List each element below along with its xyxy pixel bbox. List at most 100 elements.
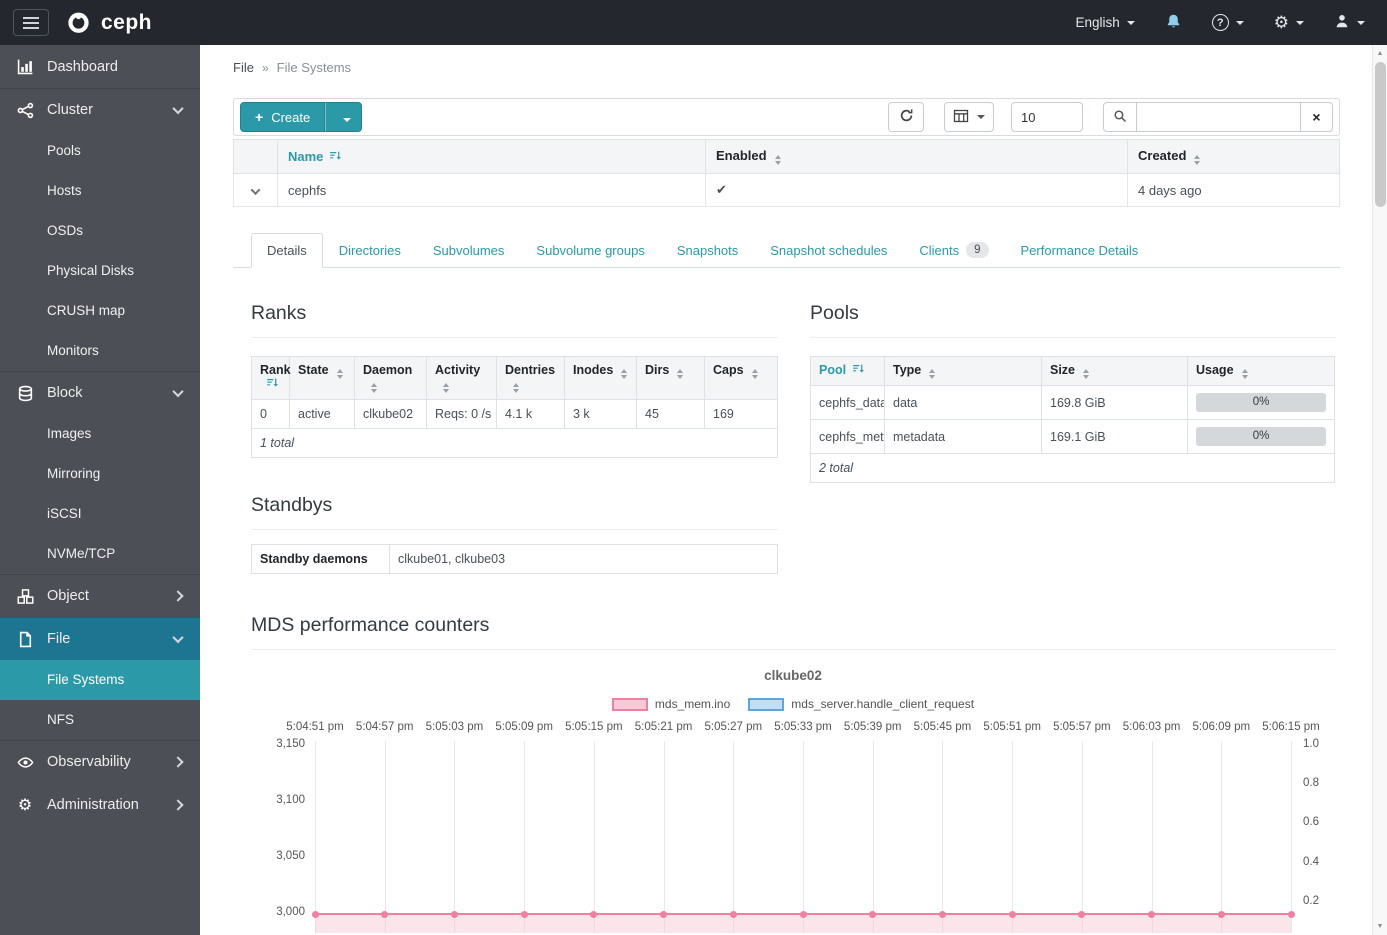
column-header-daemon[interactable]: Daemon bbox=[354, 356, 427, 400]
sidebar-group-observability[interactable]: Observability bbox=[0, 740, 200, 783]
column-header-type[interactable]: Type bbox=[884, 356, 1042, 386]
menu-toggle-button[interactable] bbox=[13, 9, 49, 36]
legend-item-mds-mem-ino[interactable]: mds_mem.ino bbox=[611, 697, 730, 711]
sidebar-group-file[interactable]: File bbox=[0, 617, 200, 660]
column-header-inodes[interactable]: Inodes bbox=[564, 356, 637, 400]
tab-details[interactable]: Details bbox=[251, 233, 323, 268]
column-header-created[interactable]: Created bbox=[1127, 139, 1340, 174]
gridline bbox=[1012, 741, 1014, 933]
breadcrumb: File » File Systems bbox=[233, 60, 1340, 75]
caret-down-icon bbox=[977, 115, 985, 119]
y-axis-label: 3,100 bbox=[276, 794, 305, 806]
table-row-cephfs[interactable]: cephfs ✔ 4 days ago bbox=[233, 173, 1340, 207]
column-header-enabled[interactable]: Enabled bbox=[705, 139, 1128, 174]
language-dropdown[interactable]: English bbox=[1075, 15, 1135, 30]
clear-search-button[interactable]: × bbox=[1301, 102, 1333, 132]
cell-name: cephfs bbox=[277, 173, 706, 207]
help-dropdown[interactable]: ? bbox=[1211, 14, 1244, 31]
column-header-dentries[interactable]: Dentries bbox=[496, 356, 565, 400]
column-header-activity[interactable]: Activity bbox=[426, 356, 497, 400]
x-tick-label: 5:04:57 pm bbox=[355, 721, 414, 733]
cell-usage: 0% bbox=[1187, 419, 1335, 454]
column-header-caps[interactable]: Caps bbox=[704, 356, 778, 400]
column-header-usage[interactable]: Usage bbox=[1187, 356, 1335, 386]
cell-usage: 0% bbox=[1187, 385, 1335, 420]
tab-clients[interactable]: Clients 9 bbox=[903, 232, 1004, 268]
tab-snapshots[interactable]: Snapshots bbox=[661, 233, 754, 268]
search-input[interactable] bbox=[1136, 102, 1301, 132]
x-tick-label: 5:05:09 pm bbox=[495, 721, 553, 733]
block-icon bbox=[15, 385, 35, 402]
row-expander[interactable] bbox=[233, 173, 278, 207]
sidebar-item-nfs[interactable]: NFS bbox=[0, 700, 200, 740]
sidebar-group-cluster[interactable]: Cluster bbox=[0, 88, 200, 131]
ranks-header-row: Rank State Daemon Activity Dentries Inod… bbox=[251, 356, 778, 400]
details-panel: Ranks Rank State Daemon Activity Dentrie… bbox=[233, 268, 1340, 933]
gridline bbox=[1151, 741, 1153, 933]
sidebar-group-administration[interactable]: ⚙ Administration bbox=[0, 783, 200, 826]
gridline bbox=[315, 741, 316, 933]
scroll-down-button[interactable]: ▼ bbox=[1373, 919, 1387, 934]
column-header-name[interactable]: Name bbox=[277, 139, 706, 174]
sidebar-group-block[interactable]: Block bbox=[0, 371, 200, 414]
sidebar-item-osds[interactable]: OSDs bbox=[0, 211, 200, 251]
create-dropdown-toggle[interactable] bbox=[325, 102, 363, 132]
refresh-button[interactable] bbox=[888, 102, 924, 132]
page-size-input[interactable] bbox=[1011, 102, 1083, 132]
user-dropdown[interactable] bbox=[1334, 13, 1365, 32]
sidebar-item-images[interactable]: Images bbox=[0, 414, 200, 454]
x-tick-label: 5:05:33 pm bbox=[774, 721, 832, 733]
sidebar-item-iscsi[interactable]: iSCSI bbox=[0, 494, 200, 534]
gear-icon: ⚙ bbox=[1273, 13, 1289, 32]
ceph-brand[interactable]: ceph bbox=[65, 8, 152, 38]
sidebar-item-nvme-tcp[interactable]: NVMe/TCP bbox=[0, 534, 200, 574]
sidebar-item-mirroring[interactable]: Mirroring bbox=[0, 454, 200, 494]
tab-snapshot-schedules[interactable]: Snapshot schedules bbox=[754, 233, 903, 268]
legend-item-handle-client-request[interactable]: mds_server.handle_client_request bbox=[748, 697, 974, 711]
cell-size: 169.8 GiB bbox=[1041, 385, 1188, 420]
breadcrumb-file[interactable]: File bbox=[233, 60, 254, 75]
sidebar-item-physical-disks[interactable]: Physical Disks bbox=[0, 251, 200, 291]
x-tick-label: 5:05:57 pm bbox=[1053, 721, 1111, 733]
sidebar-item-monitors[interactable]: Monitors bbox=[0, 331, 200, 371]
column-header-state[interactable]: State bbox=[289, 356, 355, 400]
tab-performance-details[interactable]: Performance Details bbox=[1005, 233, 1155, 268]
column-toggle-button[interactable] bbox=[944, 102, 994, 132]
x-tick-label: 5:05:51 pm bbox=[983, 721, 1041, 733]
sidebar-group-object[interactable]: Object bbox=[0, 574, 200, 617]
column-header-size[interactable]: Size bbox=[1041, 356, 1188, 386]
column-header-rank[interactable]: Rank bbox=[251, 356, 291, 400]
search-button[interactable] bbox=[1103, 102, 1136, 132]
x-tick-label: 5:05:03 pm bbox=[425, 721, 484, 733]
data-point bbox=[938, 911, 946, 918]
chevron-down-icon bbox=[172, 631, 184, 644]
sidebar-item-file-systems[interactable]: File Systems bbox=[0, 660, 200, 700]
tab-subvolume-groups[interactable]: Subvolume groups bbox=[520, 233, 660, 268]
usage-progress-bar: 0% bbox=[1196, 427, 1326, 446]
create-button[interactable]: + Create bbox=[240, 102, 326, 132]
scroll-thumb[interactable] bbox=[1374, 62, 1386, 207]
sidebar-item-hosts[interactable]: Hosts bbox=[0, 171, 200, 211]
chevron-right-icon bbox=[172, 590, 184, 602]
create-split-button: + Create bbox=[240, 102, 363, 132]
vertical-scrollbar[interactable]: ▲ ▼ bbox=[1372, 45, 1387, 935]
cell-dentries: 4.1 k bbox=[496, 399, 565, 429]
y-axis-label: 0.4 bbox=[1303, 856, 1319, 868]
notifications-button[interactable] bbox=[1165, 13, 1182, 33]
sidebar-item-crush-map[interactable]: CRUSH map bbox=[0, 291, 200, 331]
sidebar-item-pools[interactable]: Pools bbox=[0, 131, 200, 171]
tab-subvolumes[interactable]: Subvolumes bbox=[417, 233, 521, 268]
caret-down-icon bbox=[1126, 20, 1135, 25]
tab-directories[interactable]: Directories bbox=[323, 233, 417, 268]
column-header-pool[interactable]: Pool bbox=[810, 356, 885, 386]
scroll-up-button[interactable]: ▲ bbox=[1373, 46, 1387, 61]
gridline bbox=[803, 741, 804, 933]
data-point bbox=[520, 911, 528, 918]
close-icon: × bbox=[1312, 109, 1321, 125]
sidebar-item-dashboard[interactable]: Dashboard bbox=[0, 45, 200, 88]
standbys-row: Standby daemons clkube01, clkube03 bbox=[251, 544, 778, 574]
settings-dropdown[interactable]: ⚙ bbox=[1274, 14, 1304, 31]
sort-amount-icon bbox=[267, 378, 278, 387]
data-point bbox=[1148, 911, 1156, 918]
column-header-dirs[interactable]: Dirs bbox=[636, 356, 705, 400]
